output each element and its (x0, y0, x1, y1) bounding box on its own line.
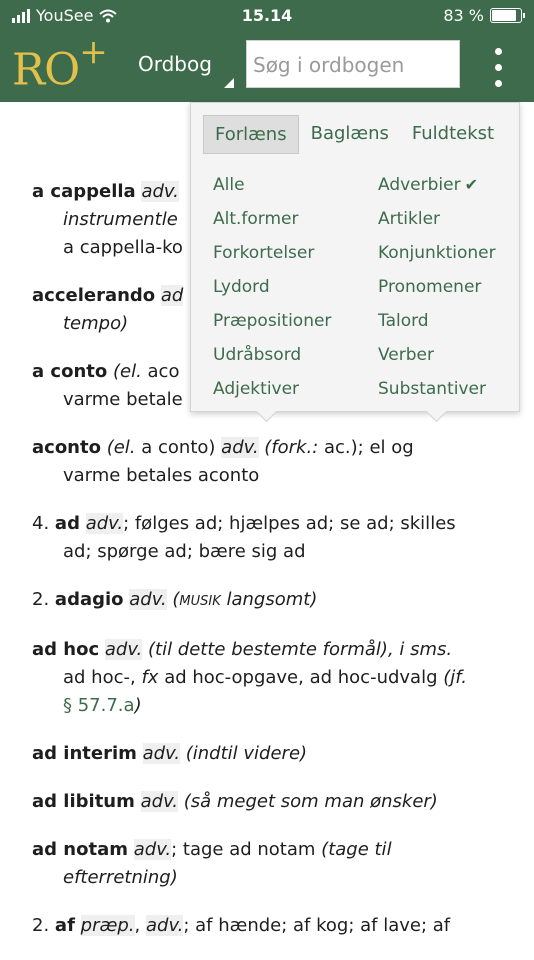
section-selector-button[interactable]: Ordbog (138, 52, 212, 76)
headword: ad hoc (32, 639, 100, 660)
headword: af (54, 915, 75, 936)
filter-alle[interactable]: Alle (213, 175, 245, 195)
headword: ad interim (32, 743, 137, 764)
word-class: adv. (221, 437, 259, 458)
app-header: YouSee 15.14 83 % RO+ Ordbog Søg i ordbo… (0, 0, 534, 102)
headword: a conto (32, 361, 108, 382)
word-class: adv. (142, 743, 181, 764)
filter-adverbier[interactable]: Adverbier ✔ (378, 175, 478, 195)
grammar-reference-link[interactable]: § 57.7.a (63, 695, 135, 716)
filter-verber[interactable]: Verber (378, 345, 434, 365)
kebab-menu-icon[interactable] (472, 40, 524, 102)
battery-icon (490, 8, 525, 23)
entry-aconto[interactable]: aconto (el. a conto) adv. (fork.: ac.); … (32, 434, 512, 490)
tab-fuldtekst[interactable]: Fuldtekst (401, 115, 505, 154)
filter-praepositioner[interactable]: Præpositioner (213, 311, 331, 331)
entry-ad-interim[interactable]: ad interim adv. (indtil videre) (32, 740, 512, 768)
filter-substantiver[interactable]: Substantiver (378, 379, 486, 399)
status-bar: YouSee 15.14 83 % (0, 0, 534, 34)
filter-pronomener[interactable]: Pronomener (378, 277, 481, 297)
headword: ad libitum (32, 791, 135, 812)
headword: aconto (32, 437, 101, 458)
headword: accelerando (32, 285, 156, 306)
word-class: adv. (140, 791, 178, 812)
tab-baglaens[interactable]: Baglæns (300, 115, 400, 154)
entry-af[interactable]: 2. af præp., adv.; af hænde; af kog; af … (32, 912, 512, 940)
word-class: adv. (145, 915, 184, 936)
filter-adjektiver[interactable]: Adjektiver (213, 379, 299, 399)
word-class: ad (160, 285, 184, 306)
filter-talord[interactable]: Talord (378, 311, 429, 331)
filter-konjunktioner[interactable]: Konjunktioner (378, 243, 496, 263)
search-input[interactable]: Søg i ordbogen (246, 40, 460, 88)
battery-percent: 83 % (443, 6, 484, 25)
filter-udraabsord[interactable]: Udråbsord (213, 345, 301, 365)
headword: ad notam (32, 839, 128, 860)
filter-lydord[interactable]: Lydord (213, 277, 270, 297)
headword: ad (54, 513, 80, 534)
word-class: adv. (104, 639, 143, 660)
entry-adagio[interactable]: 2. adagio adv. (MUSIK langsomt) (32, 586, 512, 616)
logo[interactable]: RO+ (12, 32, 108, 96)
headword: a cappella (32, 181, 136, 202)
checkmark-icon: ✔ (464, 175, 478, 194)
headword: adagio (54, 589, 124, 610)
filter-artikler[interactable]: Artikler (378, 209, 440, 229)
word-class: præp. (80, 915, 135, 936)
filter-forkortelser[interactable]: Forkortelser (213, 243, 314, 263)
search-mode-tabs: Forlæns Baglæns Fuldtekst (203, 115, 506, 154)
caret-icon (224, 78, 234, 88)
entry-ad-hoc[interactable]: ad hoc adv. (til dette bestemte formål),… (32, 636, 512, 720)
word-class: adv. (133, 839, 172, 860)
word-class: adv. (129, 589, 167, 610)
entry-ad-libitum[interactable]: ad libitum adv. (så meget som man ønsker… (32, 788, 512, 816)
word-class: adv. (141, 181, 179, 202)
filter-alt-former[interactable]: Alt.former (213, 209, 299, 229)
entry-ad[interactable]: 4. ad adv.; følges ad; hjælpes ad; se ad… (32, 510, 512, 566)
entry-ad-notam[interactable]: ad notam adv.; tage ad notam (tage til e… (32, 836, 512, 892)
tab-forlaens[interactable]: Forlæns (203, 115, 299, 154)
search-mode-dropdown: Forlæns Baglæns Fuldtekst Alle Alt.forme… (190, 102, 520, 423)
word-class: adv. (85, 513, 124, 534)
